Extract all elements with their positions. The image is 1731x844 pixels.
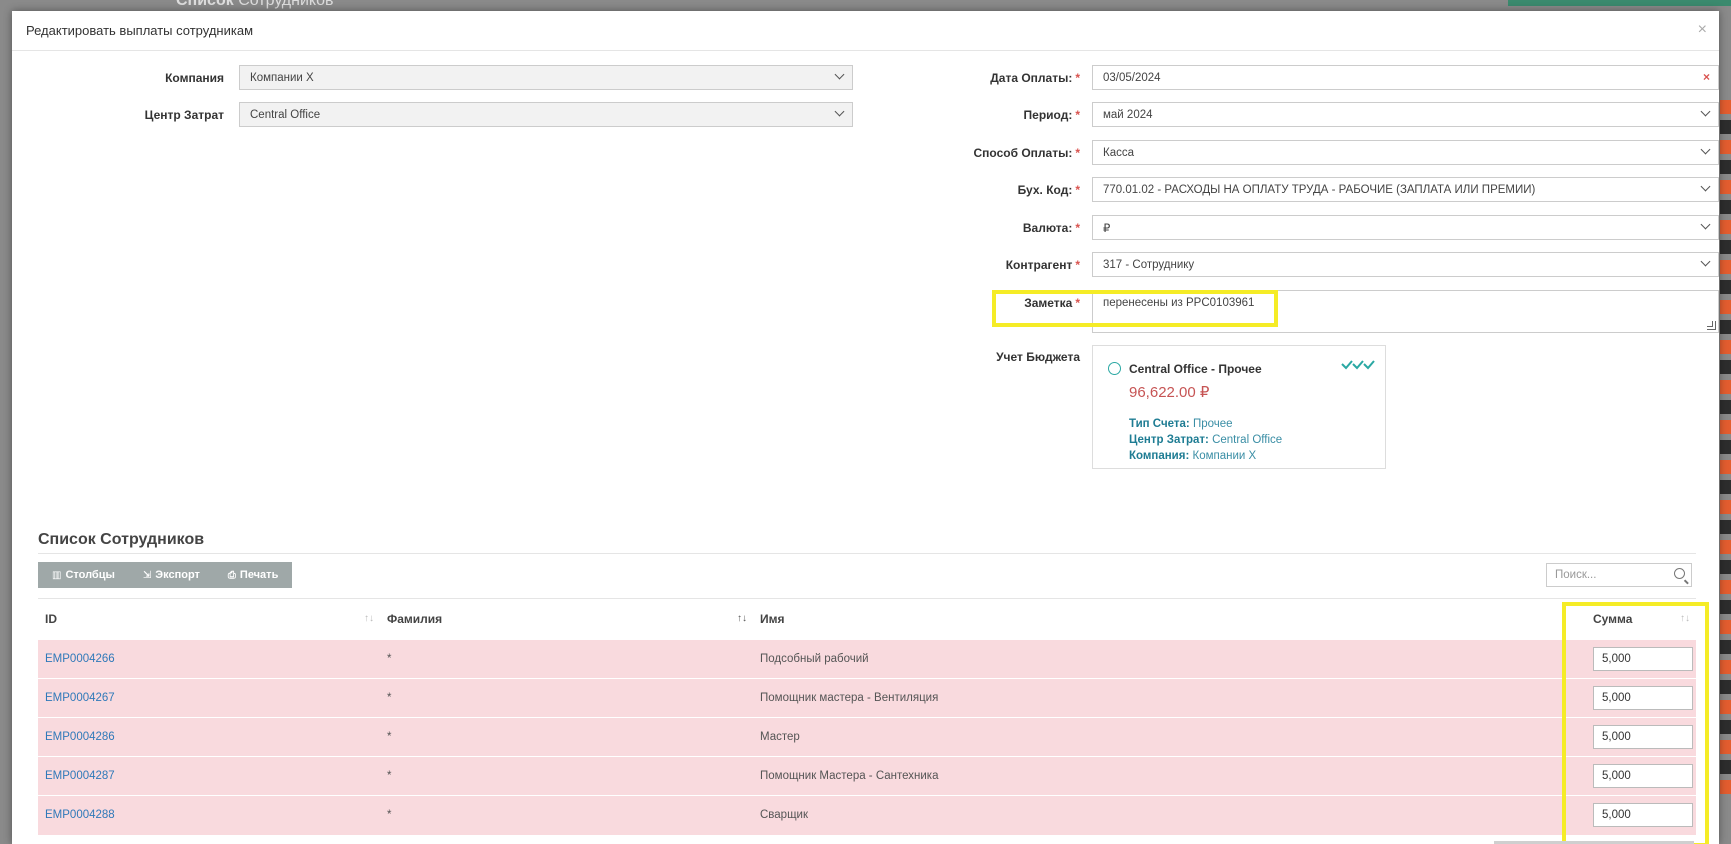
budget-label: Учет Бюджета	[996, 350, 1080, 364]
budget-card[interactable]: Central Office - Прочее 96,622.00 ₽ Тип …	[1092, 345, 1386, 469]
payment-method-select[interactable]: Касса	[1092, 140, 1719, 165]
triple-check-icon	[1341, 360, 1375, 370]
background-side-strip	[1720, 100, 1731, 820]
counterparty-value: 317 - Сотруднику	[1103, 258, 1195, 271]
employee-id-link[interactable]: EMP0004286	[45, 731, 115, 743]
table-row: EMP0004287 * Помощник Мастера - Сантехни…	[38, 756, 1696, 796]
company-label: Компания	[165, 71, 224, 85]
chevron-down-icon	[834, 69, 845, 80]
chevron-down-icon	[1700, 181, 1711, 192]
modal-header: Редактировать выплаты сотрудникам ×	[12, 11, 1719, 51]
employees-section-title: Список Сотрудников	[38, 531, 205, 548]
cell-id[interactable]: EMP0004288	[38, 795, 380, 835]
close-icon[interactable]: ×	[1698, 21, 1707, 39]
employee-id-link[interactable]: EMP0004287	[45, 770, 115, 782]
employee-id-link[interactable]: EMP0004266	[45, 653, 115, 665]
counterparty-label: Контрагент *	[1005, 258, 1080, 272]
chevron-down-icon	[1700, 219, 1711, 230]
cost-center-select[interactable]: Central Office	[239, 102, 853, 127]
period-label: Период: *	[1023, 108, 1080, 122]
employee-id-link[interactable]: EMP0004288	[45, 809, 115, 821]
cell-id[interactable]: EMP0004267	[38, 678, 380, 718]
acc-code-value: 770.01.02 - РАСХОДЫ НА ОПЛАТУ ТРУДА - РА…	[1103, 183, 1536, 196]
background-title: Список Сотрудников	[176, 0, 334, 9]
employees-table: ID ↑↓ Фамилия ↑↓ Имя Сумма ↑↓ EMP0004266 * …	[38, 598, 1696, 835]
column-header-first-name[interactable]: Имя	[753, 598, 1569, 640]
budget-company: Компания: Компании X	[1129, 450, 1257, 462]
clear-icon[interactable]: ×	[1703, 70, 1710, 84]
acc-code-label: Бух. Код: *	[1017, 183, 1080, 197]
pay-date-label: Дата Оплаты: *	[990, 71, 1080, 85]
cell-last-name: *	[380, 678, 753, 718]
cell-first-name: Сварщик	[753, 795, 1569, 835]
cell-last-name: *	[380, 795, 753, 835]
period-select[interactable]: май 2024	[1092, 102, 1719, 127]
chevron-down-icon	[1700, 256, 1711, 267]
company-select[interactable]: Компании X	[239, 65, 853, 90]
chevron-down-icon	[1700, 106, 1711, 117]
columns-button[interactable]: ▥ Столбцы	[38, 562, 129, 588]
print-button[interactable]: ⎙ Печать	[214, 562, 292, 588]
currency-value: ₽	[1103, 222, 1111, 235]
cell-first-name: Помощник Мастера - Сантехника	[753, 756, 1569, 796]
export-button[interactable]: ⇲ Экспорт	[129, 562, 214, 588]
budget-radio[interactable]	[1108, 362, 1121, 375]
pay-date-value: 03/05/2024	[1103, 71, 1161, 84]
section-divider	[38, 553, 1696, 554]
pay-date-field[interactable]: 03/05/2024 ×	[1092, 65, 1719, 90]
columns-icon: ▥	[52, 569, 62, 581]
resize-handle-icon[interactable]	[1707, 321, 1716, 330]
acc-code-select[interactable]: 770.01.02 - РАСХОДЫ НА ОПЛАТУ ТРУДА - РА…	[1092, 177, 1719, 202]
cell-id[interactable]: EMP0004286	[38, 717, 380, 757]
search-icon	[1674, 568, 1685, 579]
payment-method-value: Касса	[1103, 146, 1134, 159]
budget-amount: 96,622.00 ₽	[1129, 384, 1210, 401]
table-header-row: ID ↑↓ Фамилия ↑↓ Имя Сумма ↑↓	[38, 598, 1696, 640]
sort-icon: ↑↓	[737, 613, 747, 624]
print-icon: ⎙	[227, 569, 236, 581]
cell-id[interactable]: EMP0004266	[38, 639, 380, 679]
amount-column-highlight-box	[1562, 602, 1709, 844]
column-header-id[interactable]: ID ↑↓	[38, 598, 380, 640]
table-row: EMP0004286 * Мастер 5,000	[38, 717, 1696, 757]
currency-label: Валюта: *	[1022, 221, 1080, 235]
cell-first-name: Подсобный рабочий	[753, 639, 1569, 679]
period-value: май 2024	[1103, 108, 1153, 121]
cell-id[interactable]: EMP0004287	[38, 756, 380, 796]
cell-last-name: *	[380, 717, 753, 757]
payment-method-label: Способ Оплаты: *	[973, 146, 1080, 160]
cell-first-name: Мастер	[753, 717, 1569, 757]
table-toolbar: ▥ Столбцы ⇲ Экспорт ⎙ Печать	[38, 562, 293, 588]
search-input[interactable]: Поиск...	[1546, 563, 1692, 587]
background-green-button	[1508, 0, 1731, 6]
export-icon: ⇲	[142, 569, 152, 581]
table-row: EMP0004266 * Подсобный рабочий 5,000	[38, 639, 1696, 679]
note-highlight-box	[992, 290, 1278, 327]
cell-last-name: *	[380, 639, 753, 679]
column-header-last-name[interactable]: Фамилия ↑↓	[380, 598, 753, 640]
cell-first-name: Помощник мастера - Вентиляция	[753, 678, 1569, 718]
chevron-down-icon	[834, 106, 845, 117]
edit-payments-modal: Редактировать выплаты сотрудникам × Комп…	[12, 11, 1719, 844]
budget-cost-center: Центр Затрат: Central Office	[1129, 434, 1283, 446]
budget-name: Central Office - Прочее	[1129, 362, 1262, 376]
cost-center-label: Центр Затрат	[144, 108, 224, 122]
cell-last-name: *	[380, 756, 753, 796]
search-placeholder: Поиск...	[1555, 569, 1597, 581]
table-row: EMP0004288 * Сварщик 5,000	[38, 795, 1696, 835]
cost-center-value: Central Office	[250, 108, 321, 121]
modal-title: Редактировать выплаты сотрудникам	[26, 23, 254, 38]
company-value: Компании X	[250, 71, 314, 84]
budget-account-type: Тип Счета: Прочее	[1129, 418, 1233, 430]
table-row: EMP0004267 * Помощник мастера - Вентиляц…	[38, 678, 1696, 718]
chevron-down-icon	[1700, 144, 1711, 155]
counterparty-select[interactable]: 317 - Сотруднику	[1092, 252, 1719, 277]
employee-id-link[interactable]: EMP0004267	[45, 692, 115, 704]
sort-icon: ↑↓	[364, 613, 374, 624]
currency-select[interactable]: ₽	[1092, 215, 1719, 240]
